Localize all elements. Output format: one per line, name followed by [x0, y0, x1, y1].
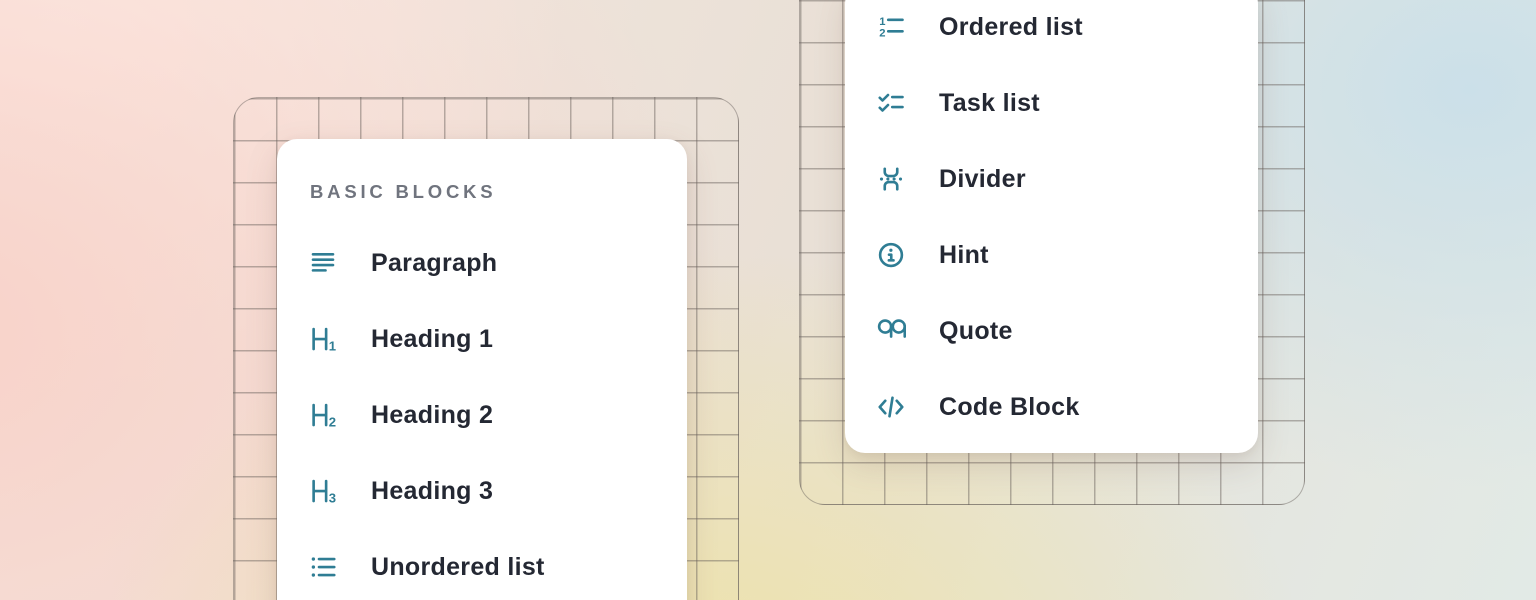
menu-item-label: Divider	[939, 164, 1026, 194]
paragraph-icon	[308, 248, 338, 278]
menu-item-label: Paragraph	[371, 248, 497, 278]
menu-item-label: Hint	[939, 240, 989, 270]
unordered-list-icon	[308, 552, 338, 582]
menu-item-hint[interactable]: Hint	[845, 217, 1258, 293]
task-list-icon	[876, 88, 906, 118]
menu-item-task-list[interactable]: Task list	[845, 65, 1258, 141]
menu-item-label: Heading 3	[371, 476, 493, 506]
more-blocks-items: 1 2 Ordered list Task list Divider Hint …	[845, 0, 1258, 445]
menu-item-heading-3[interactable]: 3 Heading 3	[277, 453, 687, 529]
svg-text:3: 3	[329, 491, 336, 506]
svg-text:2: 2	[329, 415, 336, 430]
menu-item-code-block[interactable]: Code Block	[845, 369, 1258, 445]
menu-item-paragraph[interactable]: Paragraph	[277, 225, 687, 301]
menu-item-label: Ordered list	[939, 12, 1083, 42]
menu-item-heading-1[interactable]: 1 Heading 1	[277, 301, 687, 377]
menu-item-label: Code Block	[939, 392, 1080, 422]
menu-item-label: Unordered list	[371, 552, 545, 582]
quote-icon	[876, 316, 906, 346]
menu-item-heading-2[interactable]: 2 Heading 2	[277, 377, 687, 453]
insert-menu-continued: 1 2 Ordered list Task list Divider Hint …	[845, 0, 1258, 453]
hint-icon	[876, 240, 906, 270]
heading-1-icon: 1	[308, 324, 338, 354]
code-block-icon	[876, 392, 906, 422]
ordered-list-icon: 1 2	[876, 12, 906, 42]
svg-text:1: 1	[879, 16, 885, 28]
menu-item-label: Task list	[939, 88, 1040, 118]
menu-item-unordered-list[interactable]: Unordered list	[277, 529, 687, 600]
divider-icon	[876, 164, 906, 194]
section-label-basic-blocks: BASIC BLOCKS	[310, 178, 687, 206]
svg-text:2: 2	[879, 28, 885, 40]
menu-item-label: Heading 2	[371, 400, 493, 430]
menu-item-label: Quote	[939, 316, 1013, 346]
menu-item-label: Heading 1	[371, 324, 493, 354]
menu-item-ordered-list[interactable]: 1 2 Ordered list	[845, 0, 1258, 65]
basic-blocks-menu: BASIC BLOCKS Paragraph 1 Heading 1 2 Hea…	[277, 139, 687, 600]
menu-item-divider[interactable]: Divider	[845, 141, 1258, 217]
heading-3-icon: 3	[308, 476, 338, 506]
hero-illustration: BASIC BLOCKS Paragraph 1 Heading 1 2 Hea…	[0, 0, 1536, 600]
heading-2-icon: 2	[308, 400, 338, 430]
basic-blocks-items: Paragraph 1 Heading 1 2 Heading 2 3 Head…	[277, 225, 687, 600]
svg-text:1: 1	[329, 339, 336, 354]
menu-item-quote[interactable]: Quote	[845, 293, 1258, 369]
